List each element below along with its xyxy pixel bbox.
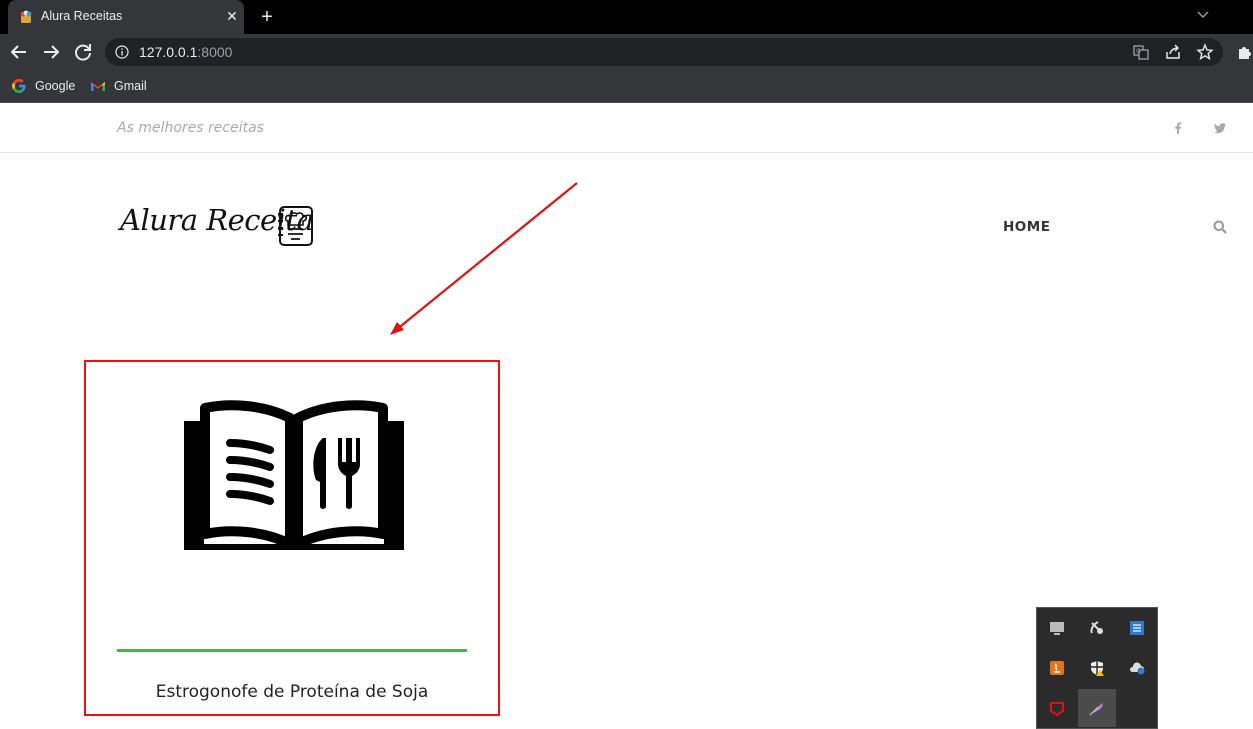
tray-network-icon[interactable] [1118,609,1156,647]
reload-icon[interactable] [69,38,97,66]
recipe-card[interactable]: Estrogonofe de Proteína de Soja [84,360,500,716]
tray-antivirus-icon[interactable] [1038,689,1076,727]
svg-text:G: G [1136,48,1141,55]
tray-java-icon[interactable] [1038,649,1076,687]
recipe-book-icon[interactable] [178,398,410,554]
tray-cloud-sync-icon[interactable] [1118,649,1156,687]
gmail-icon [91,82,105,91]
google-icon [12,79,26,93]
twitter-icon[interactable] [1213,121,1227,135]
tray-feather-icon[interactable] [1078,689,1116,727]
card-accent-divider [117,649,467,652]
top-info-bar: As melhores receitas [0,103,1253,153]
extensions-puzzle-icon[interactable] [1236,43,1253,61]
url-host: 127.0.0.1 [139,44,198,60]
search-icon[interactable] [1213,220,1227,234]
favicon-icon [20,10,32,23]
bookmark-label: Google [35,79,76,93]
browser-tab-strip: Alura Receitas ✕ + [0,0,1253,34]
site-tagline: As melhores receitas [117,120,264,136]
tab-close-icon[interactable]: ✕ [222,6,242,26]
share-icon[interactable] [1164,43,1182,61]
facebook-icon[interactable] [1171,121,1185,135]
translate-icon[interactable]: G [1132,43,1150,61]
tray-display-icon[interactable] [1038,609,1076,647]
tray-antenna-icon[interactable] [1078,609,1116,647]
bookmarks-bar: Google Gmail [0,70,1253,103]
bookmark-label: Gmail [114,79,147,93]
bookmark-google[interactable]: Google [11,76,75,96]
url-port: :8000 [197,44,233,60]
tab-title: Alura Receitas [41,9,123,23]
bookmark-gmail[interactable]: Gmail [90,76,147,96]
address-bar[interactable]: 127.0.0.1:8000 G [105,38,1223,66]
site-info-icon[interactable] [115,45,129,59]
back-arrow-icon[interactable] [5,38,33,66]
bookmark-star-icon[interactable] [1196,43,1214,61]
chef-notebook-icon[interactable] [275,205,315,247]
system-tray-overflow [1036,607,1158,729]
browser-tab[interactable]: Alura Receitas ✕ [8,0,244,34]
recipe-title[interactable]: Estrogonofe de Proteína de Soja [86,682,498,702]
tray-security-shield-icon[interactable] [1078,649,1116,687]
tab-search-chevron-icon[interactable] [1193,4,1213,24]
forward-arrow-icon[interactable] [37,38,65,66]
nav-home-link[interactable]: HOME [1003,219,1050,235]
url-text[interactable]: 127.0.0.1:8000 [139,44,232,60]
new-tab-icon[interactable]: + [256,6,278,28]
